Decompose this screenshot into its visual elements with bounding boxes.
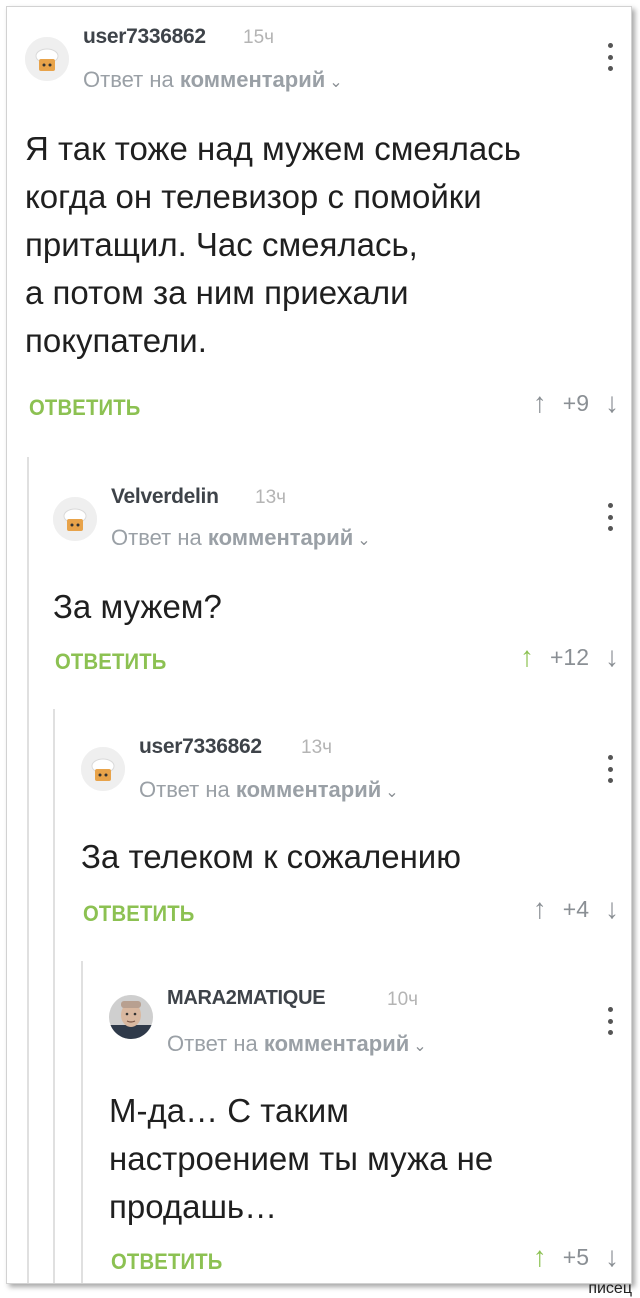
username[interactable]: Velverdelin [111, 485, 219, 509]
vote-score: +9 [562, 389, 589, 416]
timestamp: 13ч [255, 487, 287, 508]
chevron-down-icon: ⌄ [413, 1038, 427, 1055]
up-arrow-icon[interactable]: ↑ [533, 387, 547, 419]
avatar[interactable] [81, 747, 125, 791]
down-arrow-icon[interactable]: ↓ [605, 387, 619, 419]
avatar[interactable] [25, 37, 69, 81]
reply-button[interactable]: ОТВЕТИТЬ [29, 395, 141, 421]
up-arrow-icon[interactable]: ↑ [533, 893, 547, 925]
chef-hat-avatar-icon [81, 747, 125, 791]
username[interactable]: user7336862 [83, 25, 206, 49]
chevron-down-icon: ⌄ [357, 532, 371, 549]
username[interactable]: user7336862 [139, 735, 262, 759]
reply-target: комментарий [235, 777, 382, 802]
reply-prefix: Ответ на [111, 525, 202, 550]
more-vertical-icon[interactable] [605, 755, 615, 783]
watermark-text: писец [588, 1280, 632, 1297]
comment-thread: user7336862 15ч Ответ на комментарий ⌄ Я … [6, 6, 632, 1284]
timestamp: 13ч [301, 737, 333, 758]
chevron-down-icon: ⌄ [385, 784, 399, 801]
up-arrow-icon[interactable]: ↑ [520, 641, 534, 673]
comment-text: М-да… С таким настроением ты мужа не про… [109, 1092, 494, 1225]
up-arrow-icon[interactable]: ↑ [533, 1241, 547, 1273]
down-arrow-icon[interactable]: ↓ [605, 1241, 619, 1273]
avatar[interactable] [109, 995, 153, 1039]
reply-target: комментарий [207, 525, 354, 550]
chef-hat-avatar-icon [25, 37, 69, 81]
comment-text: За телеком к сожалению [81, 838, 461, 875]
chef-hat-avatar-icon [53, 497, 97, 541]
chevron-down-icon: ⌄ [329, 74, 343, 91]
reply-prefix: Ответ на [83, 67, 174, 92]
reply-button[interactable]: ОТВЕТИТЬ [55, 649, 167, 675]
thread-line[interactable] [27, 457, 29, 1283]
reply-target: комментарий [263, 1031, 410, 1056]
vote-score: +4 [562, 895, 589, 922]
more-vertical-icon[interactable] [605, 43, 615, 71]
thread-line[interactable] [81, 961, 83, 1283]
vote-controls: ↑ +9 ↓ [533, 387, 619, 419]
reply-to-link[interactable]: Ответ на комментарий ⌄ [111, 525, 371, 551]
user-photo-avatar [109, 995, 153, 1039]
reply-target: комментарий [179, 67, 326, 92]
down-arrow-icon[interactable]: ↓ [605, 893, 619, 925]
timestamp: 15ч [243, 27, 275, 48]
down-arrow-icon[interactable]: ↓ [605, 641, 619, 673]
comment-text: Я так тоже над мужем смеялась когда он т… [25, 130, 521, 359]
thread-line[interactable] [53, 709, 55, 1283]
avatar[interactable] [53, 497, 97, 541]
vote-score: +12 [549, 643, 589, 670]
reply-to-link[interactable]: Ответ на комментарий ⌄ [83, 67, 343, 93]
timestamp: 10ч [387, 989, 419, 1010]
comment-text: За мужем? [53, 588, 222, 625]
reply-button[interactable]: ОТВЕТИТЬ [83, 901, 195, 927]
reply-prefix: Ответ на [167, 1031, 258, 1056]
more-vertical-icon[interactable] [605, 503, 615, 531]
vote-controls: ↑ +4 ↓ [533, 893, 619, 925]
more-vertical-icon[interactable] [605, 1007, 615, 1035]
vote-score: +5 [562, 1243, 589, 1270]
reply-button[interactable]: ОТВЕТИТЬ [111, 1249, 223, 1275]
reply-prefix: Ответ на [139, 777, 230, 802]
reply-to-link[interactable]: Ответ на комментарий ⌄ [167, 1031, 427, 1057]
username[interactable]: MARA2MATIQUE [167, 987, 326, 1010]
comment-1: user7336862 15ч Ответ на комментарий ⌄ Я … [7, 7, 631, 437]
vote-controls: ↑ +12 ↓ [520, 641, 619, 673]
reply-to-link[interactable]: Ответ на комментарий ⌄ [139, 777, 399, 803]
vote-controls: ↑ +5 ↓ [533, 1241, 619, 1273]
